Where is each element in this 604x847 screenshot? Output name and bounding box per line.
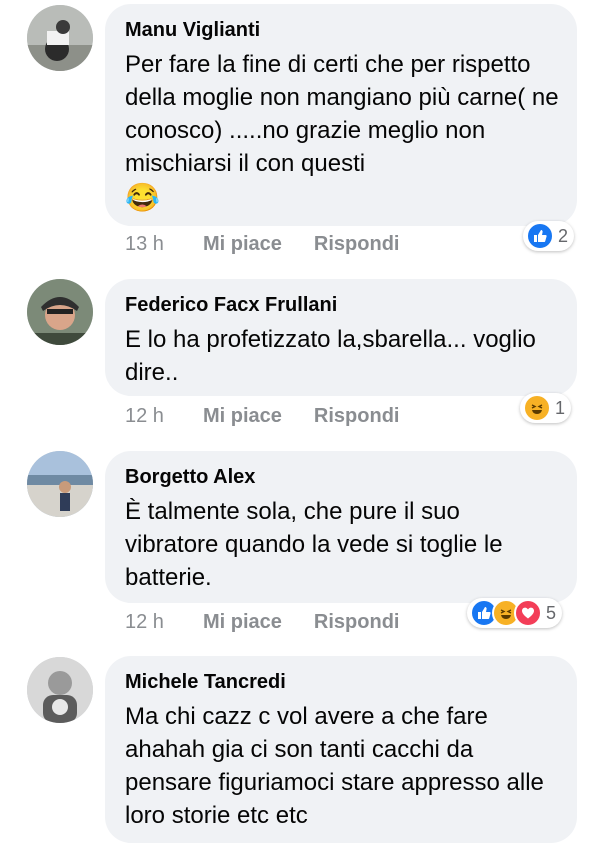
haha-icon [523, 394, 551, 422]
avatar[interactable] [27, 279, 93, 345]
reaction-summary[interactable]: 2 [523, 221, 575, 251]
comment-actions: 13 h Mi piace Rispondi [125, 231, 431, 257]
avatar[interactable] [27, 657, 93, 723]
comment-bubble: Borgetto Alex È talmente sola, che pure … [105, 451, 577, 603]
reply-button[interactable]: Rispondi [314, 231, 400, 257]
reaction-summary[interactable]: 5 [467, 598, 563, 628]
comment-timestamp[interactable]: 13 h [125, 231, 203, 257]
reaction-count: 5 [546, 602, 557, 623]
comment-text: Per fare la fine di certi che per rispet… [125, 48, 559, 214]
comment-bubble: Michele Tancredi Ma chi cazz c vol avere… [105, 656, 577, 843]
comment-actions: 12 h Mi piace Rispondi [125, 609, 431, 635]
reply-button[interactable]: Rispondi [314, 609, 400, 635]
reply-button[interactable]: Rispondi [314, 403, 400, 429]
reaction-count: 2 [558, 225, 569, 246]
comment-text: È talmente sola, che pure il suo vibrato… [125, 498, 503, 591]
like-button[interactable]: Mi piace [203, 231, 282, 257]
comment-bubble: Federico Facx Frullani E lo ha profetizz… [105, 279, 577, 396]
comment-text: Ma chi cazz c vol avere a che fare ahaha… [125, 703, 544, 829]
like-icon [526, 222, 554, 250]
reaction-summary[interactable]: 1 [520, 393, 572, 423]
comment-timestamp[interactable]: 12 h [125, 403, 203, 429]
comment-text: E lo ha profetizzato la,sbarella... vogl… [125, 326, 536, 386]
comment-bubble: Manu Viglianti Per fare la fine di certi… [105, 4, 577, 226]
like-button[interactable]: Mi piace [203, 609, 282, 635]
comment-author[interactable]: Manu Viglianti [125, 17, 559, 43]
avatar[interactable] [27, 451, 93, 517]
comment-actions: 12 h Mi piace Rispondi [125, 403, 431, 429]
comment-author[interactable]: Borgetto Alex [125, 464, 559, 490]
reaction-count: 1 [555, 397, 566, 418]
like-button[interactable]: Mi piace [203, 403, 282, 429]
comment-timestamp[interactable]: 12 h [125, 609, 203, 635]
avatar[interactable] [27, 5, 93, 71]
love-icon [514, 599, 542, 627]
comment-author[interactable]: Michele Tancredi [125, 669, 559, 695]
comment-author[interactable]: Federico Facx Frullani [125, 292, 559, 318]
laughing-tears-emoji: 😂 [125, 181, 160, 213]
comment-text-body: Per fare la fine di certi che per rispet… [125, 51, 559, 177]
